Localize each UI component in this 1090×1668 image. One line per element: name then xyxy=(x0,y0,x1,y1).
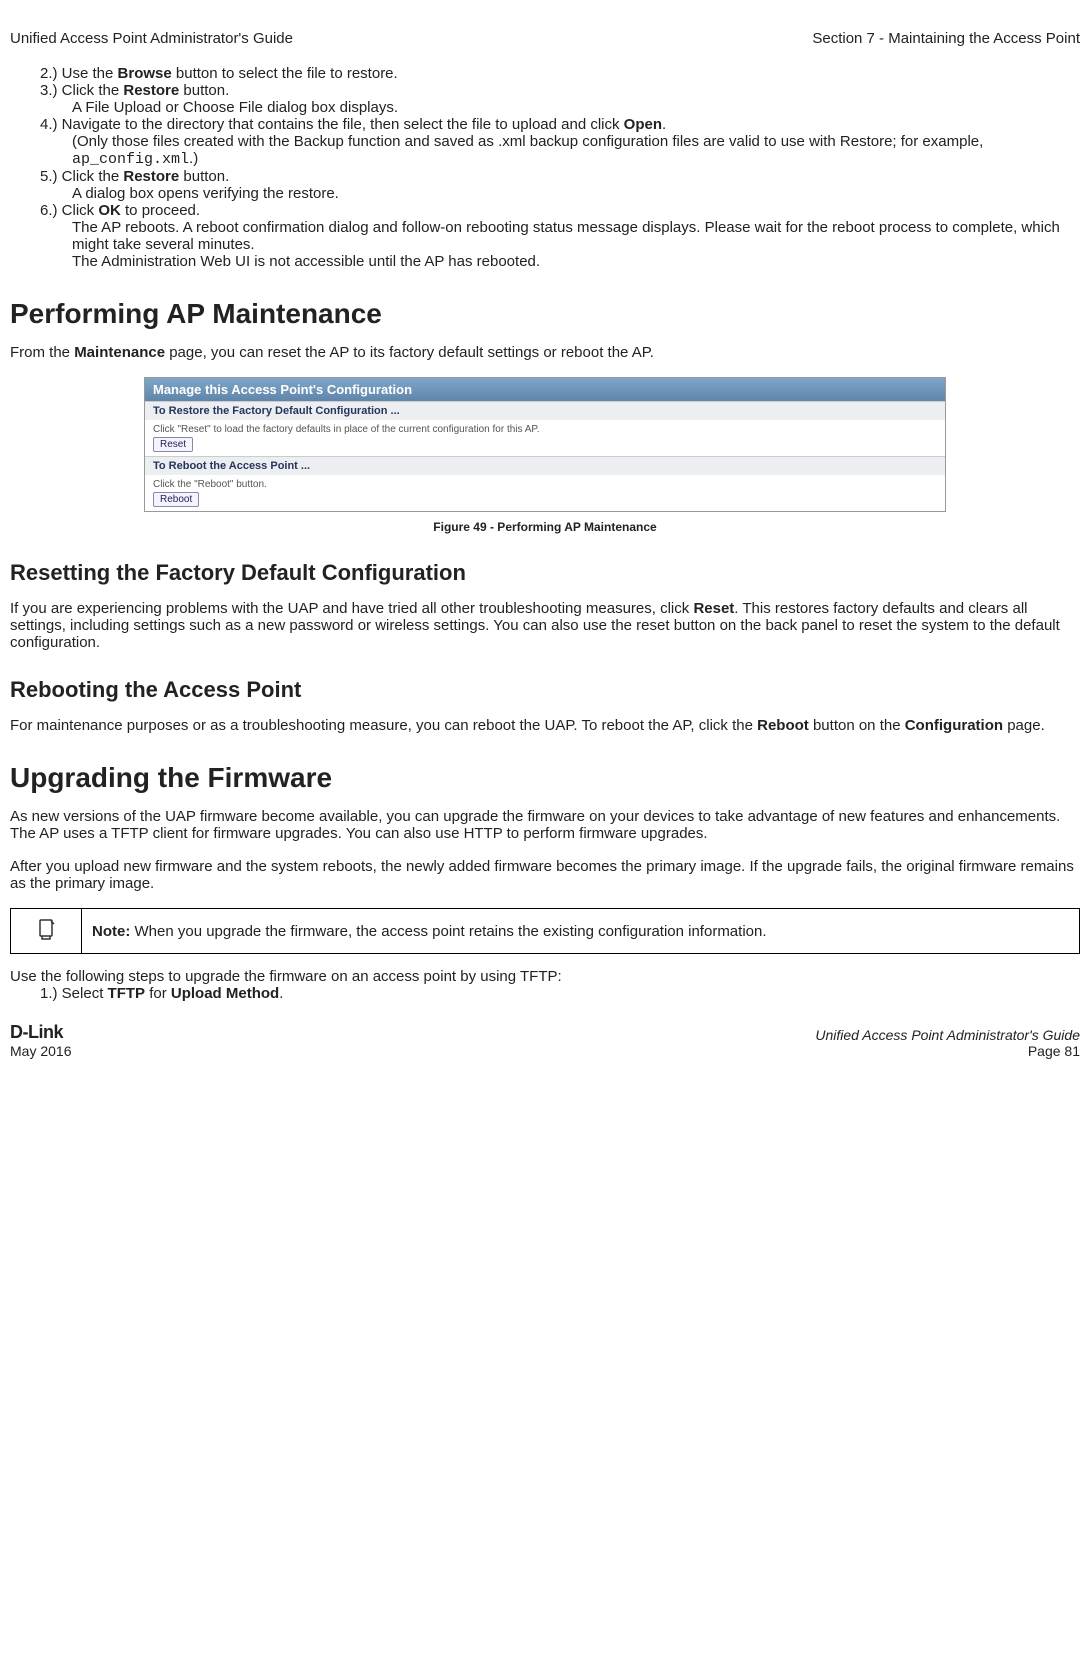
heading-performing-maintenance: Performing AP Maintenance xyxy=(10,298,1080,330)
tftp-1-pre: 1.) Select xyxy=(40,985,108,1002)
header-left: Unified Access Point Administrator's Gui… xyxy=(10,30,293,47)
footer-left: D-Link May 2016 xyxy=(10,1022,71,1059)
para-rebooting: For maintenance purposes or as a trouble… xyxy=(10,717,1080,734)
browse-word: Browse xyxy=(118,65,172,82)
ap-panel-title: Manage this Access Point's Configuration xyxy=(145,378,945,401)
open-word: Open xyxy=(624,116,662,133)
step-4-cont-post: .) xyxy=(189,150,198,167)
reset-word: Reset xyxy=(693,600,734,617)
page-footer: D-Link May 2016 Unified Access Point Adm… xyxy=(0,1012,1090,1079)
para-maintenance: From the Maintenance page, you can reset… xyxy=(10,344,1080,361)
figure-caption: Figure 49 - Performing AP Maintenance xyxy=(10,520,1080,534)
para-upgrade-2: After you upload new firmware and the sy… xyxy=(10,858,1080,892)
ap-config-panel: Manage this Access Point's Configuration… xyxy=(144,377,946,512)
step-4-cont: (Only those files created with the Backu… xyxy=(40,133,1080,168)
step-4: 4.) Navigate to the directory that conta… xyxy=(40,116,1080,133)
step-3-post: button. xyxy=(179,82,229,99)
p-reset-pre: If you are experiencing problems with th… xyxy=(10,600,693,617)
note-box: Note: When you upgrade the firmware, the… xyxy=(10,908,1080,954)
ap-reboot-text: Click the "Reboot" button. xyxy=(153,479,937,490)
page-header: Unified Access Point Administrator's Gui… xyxy=(10,30,1080,47)
step-5-cont: A dialog box opens verifying the restore… xyxy=(40,185,1080,202)
footer-right: Unified Access Point Administrator's Gui… xyxy=(815,1027,1080,1059)
upload-method-word: Upload Method xyxy=(171,985,279,1002)
ap-reboot-head: To Reboot the Access Point ... xyxy=(145,456,945,475)
step-5: 5.) Click the Restore button. xyxy=(40,168,1080,185)
step-6: 6.) Click OK to proceed. xyxy=(40,202,1080,219)
reset-button[interactable]: Reset xyxy=(153,437,193,452)
ap-factory-body: Click "Reset" to load the factory defaul… xyxy=(145,420,945,456)
ap-reboot-body: Click the "Reboot" button. Reboot xyxy=(145,475,945,511)
note-text-cell: Note: When you upgrade the firmware, the… xyxy=(82,909,1080,954)
maintenance-word: Maintenance xyxy=(74,344,165,361)
note-label: Note: xyxy=(92,923,130,940)
step-5-pre: 5.) Click the xyxy=(40,168,123,185)
ap-factory-text: Click "Reset" to load the factory defaul… xyxy=(153,424,937,435)
restore-word: Restore xyxy=(123,82,179,99)
footer-guide-title: Unified Access Point Administrator's Gui… xyxy=(815,1027,1080,1043)
note-text: When you upgrade the firmware, the acces… xyxy=(130,923,766,940)
p-reboot-mid: button on the xyxy=(809,717,905,734)
dlink-logo: D-Link xyxy=(10,1022,71,1043)
step-6-cont1: The AP reboots. A reboot confirmation di… xyxy=(40,219,1080,253)
tftp-1-mid: for xyxy=(145,985,171,1002)
step-6-post: to proceed. xyxy=(121,202,200,219)
reboot-button[interactable]: Reboot xyxy=(153,492,199,507)
restore-word-2: Restore xyxy=(123,168,179,185)
tftp-word: TFTP xyxy=(108,985,146,1002)
heading-resetting: Resetting the Factory Default Configurat… xyxy=(10,560,1080,586)
ap-config-xml: ap_config.xml xyxy=(72,151,189,168)
step-4-post: . xyxy=(662,116,666,133)
p-reboot-post: page. xyxy=(1003,717,1045,734)
ap-factory-head: To Restore the Factory Default Configura… xyxy=(145,401,945,420)
para-tftp-intro: Use the following steps to upgrade the f… xyxy=(10,968,1080,985)
p-maint-post: page, you can reset the AP to its factor… xyxy=(165,344,654,361)
step-5-post: button. xyxy=(179,168,229,185)
tftp-1-post: . xyxy=(279,985,283,1002)
tftp-steps: 1.) Select TFTP for Upload Method. xyxy=(10,985,1080,1002)
para-resetting: If you are experiencing problems with th… xyxy=(10,600,1080,651)
reboot-word: Reboot xyxy=(757,717,809,734)
configuration-word: Configuration xyxy=(905,717,1003,734)
step-3: 3.) Click the Restore button. xyxy=(40,82,1080,99)
ok-word: OK xyxy=(98,202,121,219)
steps-list: 2.) Use the Browse button to select the … xyxy=(10,65,1080,270)
p-maint-pre: From the xyxy=(10,344,74,361)
heading-upgrading: Upgrading the Firmware xyxy=(10,762,1080,794)
tftp-step-1: 1.) Select TFTP for Upload Method. xyxy=(40,985,1080,1002)
note-icon-cell xyxy=(11,909,82,954)
step-3-pre: 3.) Click the xyxy=(40,82,123,99)
step-6-cont2: The Administration Web UI is not accessi… xyxy=(40,253,1080,270)
header-right: Section 7 - Maintaining the Access Point xyxy=(812,30,1080,47)
footer-date: May 2016 xyxy=(10,1043,71,1059)
heading-rebooting: Rebooting the Access Point xyxy=(10,677,1080,703)
step-2: 2.) Use the Browse button to select the … xyxy=(40,65,1080,82)
step-3-cont: A File Upload or Choose File dialog box … xyxy=(40,99,1080,116)
figure-49: Manage this Access Point's Configuration… xyxy=(10,377,1080,534)
note-icon xyxy=(34,917,58,941)
step-2-post: button to select the file to restore. xyxy=(172,65,398,82)
step-4-pre: 4.) Navigate to the directory that conta… xyxy=(40,116,624,133)
p-reboot-pre: For maintenance purposes or as a trouble… xyxy=(10,717,757,734)
step-6-pre: 6.) Click xyxy=(40,202,98,219)
step-4-cont-pre: (Only those files created with the Backu… xyxy=(72,133,983,150)
footer-page-number: Page 81 xyxy=(815,1043,1080,1059)
step-2-pre: 2.) Use the xyxy=(40,65,118,82)
para-upgrade-1: As new versions of the UAP firmware beco… xyxy=(10,808,1080,842)
